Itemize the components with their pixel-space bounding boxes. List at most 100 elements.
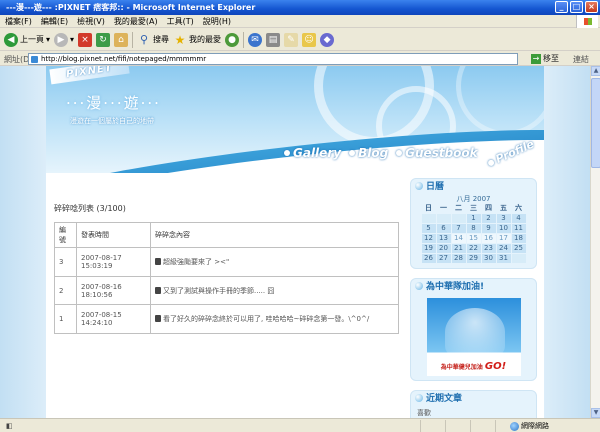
address-bar: 網址(D) http://blog.pixnet.net/fifi/notepa… — [0, 52, 600, 66]
blog-nav: Gallery Blog Guestbook Profile — [284, 137, 536, 166]
window-controls: _ □ × — [555, 1, 598, 13]
calendar-day[interactable]: 5 — [421, 224, 436, 233]
scroll-up-icon[interactable]: ▲ — [591, 66, 600, 76]
note-text: 超級強颱要來了 ><" — [163, 258, 230, 266]
mail-icon[interactable]: ✉ — [248, 32, 263, 47]
calendar-day-highlighted[interactable]: 15 — [466, 234, 481, 243]
title-bar: ---漫---遊--- :PIXNET 痞客邦:: - Microsoft In… — [0, 0, 600, 15]
note-content: 超級強颱要來了 ><" — [150, 247, 399, 277]
note-content: 又到了測試與操作手冊的季節..... 囧 — [150, 276, 399, 305]
calendar-day[interactable]: 1 — [466, 214, 481, 223]
weekday-label: 六 — [515, 204, 522, 212]
calendar-day[interactable]: 20 — [436, 244, 451, 253]
vertical-scrollbar[interactable]: ▲ ▼ — [590, 66, 600, 418]
maximize-button[interactable]: □ — [570, 1, 583, 13]
print-icon[interactable]: ▤ — [266, 32, 281, 47]
calendar-day[interactable]: 23 — [481, 244, 496, 253]
calendar-day[interactable]: 22 — [466, 244, 481, 253]
menu-help[interactable]: 說明(H) — [203, 16, 231, 27]
calendar-day[interactable]: 11 — [511, 224, 526, 233]
calendar-day[interactable]: 3 — [496, 214, 511, 223]
promo-caption: 為中華健兒加油 GO! — [427, 361, 521, 372]
note-clock: 14:24:10 — [81, 319, 113, 327]
menu-file[interactable]: 檔案(F) — [5, 16, 32, 27]
links-button[interactable]: 連結 — [573, 54, 589, 65]
refresh-icon[interactable]: ↻ — [96, 32, 111, 47]
scroll-thumb[interactable] — [591, 78, 600, 168]
minimize-button[interactable]: _ — [555, 1, 568, 13]
menu-edit[interactable]: 編輯(E) — [41, 16, 68, 27]
calendar-day-highlighted[interactable]: 14 — [451, 234, 466, 243]
promo-widget: 為中華隊加油! 為中華健兒加油 GO! — [410, 278, 537, 381]
scroll-down-icon[interactable]: ▼ — [591, 408, 600, 418]
recent-post-link[interactable]: 喜歡 — [411, 404, 536, 418]
table-header-row: 編號 發表時間 碎碎念內容 — [54, 222, 399, 248]
discuss-icon[interactable]: ◆ — [320, 32, 335, 47]
favorites-button[interactable]: ★ 我的最愛 — [173, 33, 221, 47]
calendar-day[interactable]: 10 — [496, 224, 511, 233]
calendar-day-highlighted[interactable]: 17 — [496, 234, 511, 243]
column-header-number: 編號 — [54, 222, 77, 248]
promo-banner-image[interactable]: 為中華健兒加油 GO! — [426, 298, 521, 376]
calendar-day[interactable]: 12 — [421, 234, 436, 243]
nav-guestbook[interactable]: Guestbook — [396, 146, 478, 160]
calendar-day[interactable]: 9 — [481, 224, 496, 233]
bullet-icon — [284, 150, 290, 156]
calendar-day[interactable]: 7 — [451, 224, 466, 233]
pixnet-logo[interactable]: PIXNET — [49, 66, 130, 85]
toolbar-separator — [132, 31, 134, 48]
blog-subtitle: 漫遊在一個屬於自己的地帶 — [70, 117, 154, 125]
calendar-day[interactable]: 25 — [511, 244, 526, 253]
calendar-day[interactable]: 21 — [451, 244, 466, 253]
calendar-day[interactable]: 2 — [481, 214, 496, 223]
home-icon[interactable]: ⌂ — [114, 32, 129, 47]
promo-title: 為中華隊加油! — [426, 282, 485, 292]
nav-blog-label: Blog — [358, 146, 389, 160]
globe-icon — [510, 421, 519, 431]
calendar-day[interactable]: 29 — [466, 254, 481, 263]
calendar-day[interactable]: 31 — [496, 254, 511, 263]
calendar-day[interactable]: 18 — [511, 234, 526, 243]
note-icon — [155, 315, 161, 322]
go-label: 移至 — [543, 54, 559, 63]
standard-toolbar: ◀ 上一頁 ▾ ▶ ▾ × ↻ ⌂ ⚲ 搜尋 ★ 我的最愛 ● ✉ ▤ ✎ ☺ … — [0, 29, 600, 51]
menu-tools[interactable]: 工具(T) — [167, 16, 194, 27]
blog-title: ···漫···遊··· — [66, 94, 161, 112]
search-button[interactable]: ⚲ 搜尋 — [137, 33, 169, 47]
nav-gallery-label: Gallery — [293, 146, 342, 160]
back-button[interactable]: ◀ 上一頁 ▾ — [4, 32, 50, 47]
note-number: 3 — [54, 247, 77, 277]
calendar-week: 19 20 21 22 23 24 25 — [421, 244, 526, 253]
media-icon[interactable]: ● — [225, 32, 240, 47]
calendar-day[interactable]: 4 — [511, 214, 526, 223]
nav-blog[interactable]: Blog — [349, 146, 388, 160]
calendar-day[interactable]: 8 — [466, 224, 481, 233]
calendar-day[interactable]: 24 — [496, 244, 511, 253]
menu-view[interactable]: 檢視(V) — [77, 16, 105, 27]
stop-icon[interactable]: × — [78, 32, 93, 47]
edit-icon[interactable]: ✎ — [284, 32, 299, 47]
calendar-day-highlighted[interactable]: 16 — [481, 234, 496, 243]
note-content: 看了好久的碎碎念終於可以用了, 哇哈哈哈~碎碎念第一發。\^0^/ — [150, 304, 399, 334]
notes-list-title: 碎碎唸列表 (3/100) — [54, 204, 126, 213]
table-row: 1 2007-08-15 14:24:10 看了好久的碎碎念終於可以用了, 哇哈哈… — [54, 304, 399, 334]
forward-button[interactable]: ▶ ▾ — [54, 32, 74, 47]
go-button[interactable]: → 移至 — [531, 53, 559, 64]
calendar-day[interactable]: 28 — [451, 254, 466, 263]
menu-favorites[interactable]: 我的最愛(A) — [114, 16, 158, 27]
calendar-day[interactable]: 13 — [436, 234, 451, 243]
calendar-day[interactable]: 30 — [481, 254, 496, 263]
calendar-day — [421, 214, 436, 223]
calendar-day[interactable]: 6 — [436, 224, 451, 233]
nav-gallery[interactable]: Gallery — [284, 146, 341, 160]
widget-header: 為中華隊加油! — [411, 279, 536, 292]
address-input[interactable]: http://blog.pixnet.net/fifi/notepaged/mm… — [28, 53, 518, 65]
sidebar: 日曆 八月 2007 日 一 二 三 四 五 六 1 2 3 4 5 6 7 8… — [410, 178, 537, 418]
note-date: 2007-08-15 — [81, 311, 122, 319]
bullet-icon — [396, 150, 403, 156]
calendar-day[interactable]: 27 — [436, 254, 451, 263]
calendar-day[interactable]: 26 — [421, 254, 436, 263]
close-button[interactable]: × — [585, 1, 598, 13]
messenger-icon[interactable]: ☺ — [302, 32, 317, 47]
calendar-day[interactable]: 19 — [421, 244, 436, 253]
